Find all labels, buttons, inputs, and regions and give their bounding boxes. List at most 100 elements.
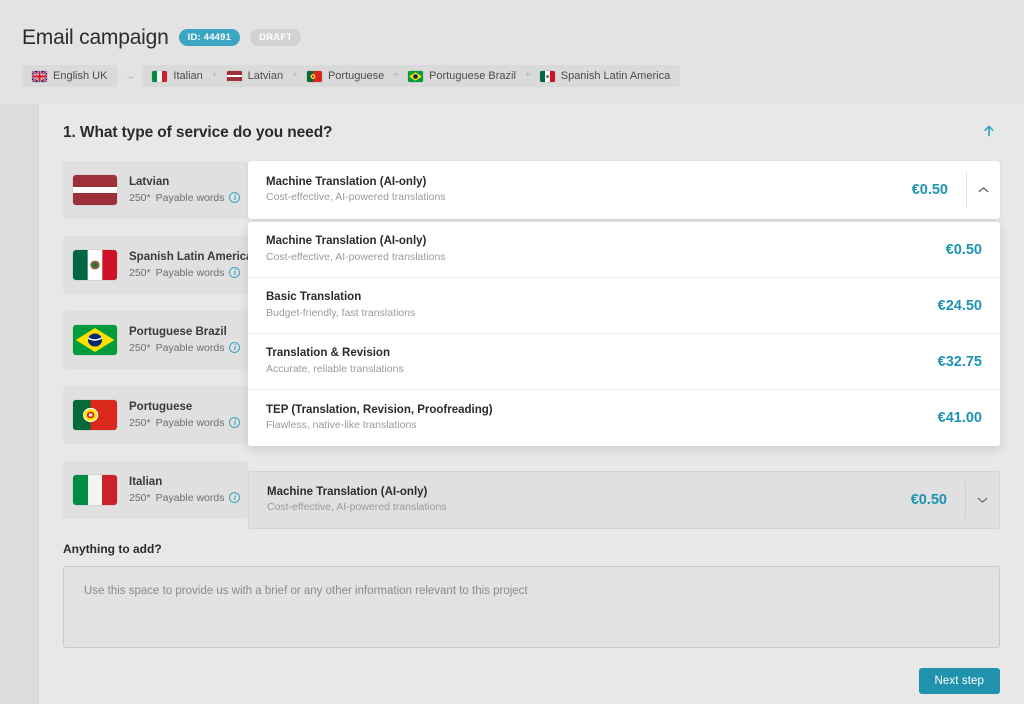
language-chain: English UK → Italian + Latvian	[22, 65, 1024, 87]
service-description: Cost-effective, AI-powered translations	[266, 191, 912, 205]
collapse-section-button[interactable]	[978, 122, 1000, 144]
flag-mx-icon	[540, 71, 555, 82]
info-icon[interactable]: i	[229, 492, 240, 503]
service-name: Machine Translation (AI-only)	[266, 175, 912, 189]
service-name: Translation & Revision	[266, 346, 938, 360]
payable-words-label: Payable words	[156, 192, 225, 204]
page-title: Email campaign	[22, 27, 169, 48]
target-language-pill-latvian[interactable]: Latvian	[219, 65, 291, 87]
language-card-words: 250* Payable words i	[129, 342, 240, 354]
service-selection-grid: Latvian 250* Payable words i	[39, 144, 1024, 536]
service-trigger-texts: Machine Translation (AI-only) Cost-effec…	[267, 485, 911, 515]
payable-words-count: 250*	[129, 417, 151, 429]
language-card-spanish-latin-america[interactable]: Spanish Latin America 250* Payable words…	[63, 236, 248, 294]
language-card-text: Italian 250* Payable words i	[129, 476, 240, 504]
language-card-name: Portuguese	[129, 401, 240, 414]
target-language-label: Spanish Latin America	[561, 70, 670, 82]
flag-mx-icon	[73, 250, 117, 280]
service-description: Budget-friendly, fast translations	[266, 307, 938, 321]
service-name: Basic Translation	[266, 290, 938, 304]
service-option-basic-translation[interactable]: Basic Translation Budget-friendly, fast …	[248, 278, 1000, 334]
service-description: Cost-effective, AI-powered translations	[267, 501, 911, 515]
left-rail	[0, 104, 38, 704]
service-description: Flawless, native-like translations	[266, 419, 938, 433]
service-price: €0.50	[912, 182, 966, 198]
service-price: €0.50	[911, 492, 965, 508]
status-badge: DRAFT	[250, 29, 301, 46]
target-language-pill-spanish-latin-america[interactable]: Spanish Latin America	[532, 65, 678, 87]
payable-words-label: Payable words	[156, 342, 225, 354]
flag-it-icon	[73, 475, 117, 505]
service-option-texts: Basic Translation Budget-friendly, fast …	[266, 290, 938, 320]
service-option-texts: Translation & Revision Accurate, reliabl…	[266, 346, 938, 376]
payable-words-label: Payable words	[156, 492, 225, 504]
language-card-words: 250* Payable words i	[129, 267, 253, 279]
flag-pt-icon	[307, 71, 322, 82]
service-price: €32.75	[938, 354, 982, 370]
service-name: Machine Translation (AI-only)	[267, 485, 911, 499]
service-selector-column: Machine Translation (AI-only) Cost-effec…	[248, 161, 1000, 536]
next-step-button[interactable]: Next step	[919, 668, 1000, 694]
section-title: 1. What type of service do you need?	[63, 124, 332, 142]
language-card-name: Italian	[129, 476, 240, 489]
language-card-words: 250* Payable words i	[129, 192, 240, 204]
service-option-tep[interactable]: TEP (Translation, Revision, Proofreading…	[248, 390, 1000, 446]
language-card-italian[interactable]: Italian 250* Payable words i	[63, 461, 248, 519]
note-section: Anything to add? Use this space to provi…	[39, 536, 1024, 648]
app-window: Email campaign ID: 44491 DRAFT English U…	[0, 0, 1024, 704]
payable-words-count: 250*	[129, 342, 151, 354]
section-header: 1. What type of service do you need?	[39, 104, 1024, 144]
source-language-pill[interactable]: English UK	[22, 65, 117, 87]
flag-it-icon	[152, 71, 167, 82]
note-label: Anything to add?	[63, 542, 1000, 556]
target-language-pill-italian[interactable]: Italian	[144, 65, 210, 87]
info-icon[interactable]: i	[229, 417, 240, 428]
language-card-name: Latvian	[129, 176, 240, 189]
project-id-badge: ID: 44491	[179, 29, 241, 46]
title-row: Email campaign ID: 44491 DRAFT	[22, 22, 1024, 52]
language-card-text: Portuguese 250* Payable words i	[129, 401, 240, 429]
flag-pt-icon	[73, 400, 117, 430]
info-icon[interactable]: i	[229, 342, 240, 353]
service-toggle-button[interactable]	[966, 171, 1000, 209]
service-option-texts: Machine Translation (AI-only) Cost-effec…	[266, 234, 946, 264]
service-name: TEP (Translation, Revision, Proofreading…	[266, 403, 938, 417]
target-language-label: Portuguese	[328, 70, 384, 82]
flag-br-icon	[73, 325, 117, 355]
service-toggle-button[interactable]	[965, 481, 999, 519]
service-trigger-texts: Machine Translation (AI-only) Cost-effec…	[266, 175, 912, 205]
chain-plus-icon: +	[392, 71, 400, 81]
language-card-portuguese[interactable]: Portuguese 250* Payable words i	[63, 386, 248, 444]
info-icon[interactable]: i	[229, 192, 240, 203]
service-option-texts: TEP (Translation, Revision, Proofreading…	[266, 403, 938, 433]
language-card-column: Latvian 250* Payable words i	[63, 161, 248, 536]
language-card-latvian[interactable]: Latvian 250* Payable words i	[63, 161, 248, 219]
footer-actions: Next step	[39, 648, 1024, 694]
target-language-group: Italian + Latvian +	[142, 65, 680, 87]
service-select-trigger-collapsed[interactable]: Machine Translation (AI-only) Cost-effec…	[248, 471, 1000, 529]
target-language-pill-portuguese[interactable]: Portuguese	[299, 65, 392, 87]
payable-words-count: 250*	[129, 267, 151, 279]
target-language-pill-portuguese-brazil[interactable]: Portuguese Brazil	[400, 65, 524, 87]
service-select-trigger[interactable]: Machine Translation (AI-only) Cost-effec…	[248, 161, 1000, 219]
language-card-name: Portuguese Brazil	[129, 326, 240, 339]
target-language-label: Portuguese Brazil	[429, 70, 516, 82]
note-textarea[interactable]: Use this space to provide us with a brie…	[63, 566, 1000, 648]
page-header: Email campaign ID: 44491 DRAFT English U…	[0, 0, 1024, 104]
chain-plus-icon: +	[524, 71, 532, 81]
note-placeholder: Use this space to provide us with a brie…	[84, 585, 979, 597]
language-card-text: Latvian 250* Payable words i	[129, 176, 240, 204]
arrow-up-icon	[982, 124, 996, 143]
language-card-name: Spanish Latin America	[129, 251, 253, 264]
payable-words-count: 250*	[129, 192, 151, 204]
service-price: €0.50	[946, 242, 982, 258]
chain-arrow-icon: →	[117, 71, 142, 82]
target-language-label: Latvian	[248, 70, 283, 82]
info-icon[interactable]: i	[229, 267, 240, 278]
service-option-machine-translation[interactable]: Machine Translation (AI-only) Cost-effec…	[248, 222, 1000, 278]
language-card-words: 250* Payable words i	[129, 492, 240, 504]
payable-words-label: Payable words	[156, 417, 225, 429]
service-option-translation-revision[interactable]: Translation & Revision Accurate, reliabl…	[248, 334, 1000, 390]
language-card-words: 250* Payable words i	[129, 417, 240, 429]
language-card-portuguese-brazil[interactable]: Portuguese Brazil 250* Payable words i	[63, 311, 248, 369]
